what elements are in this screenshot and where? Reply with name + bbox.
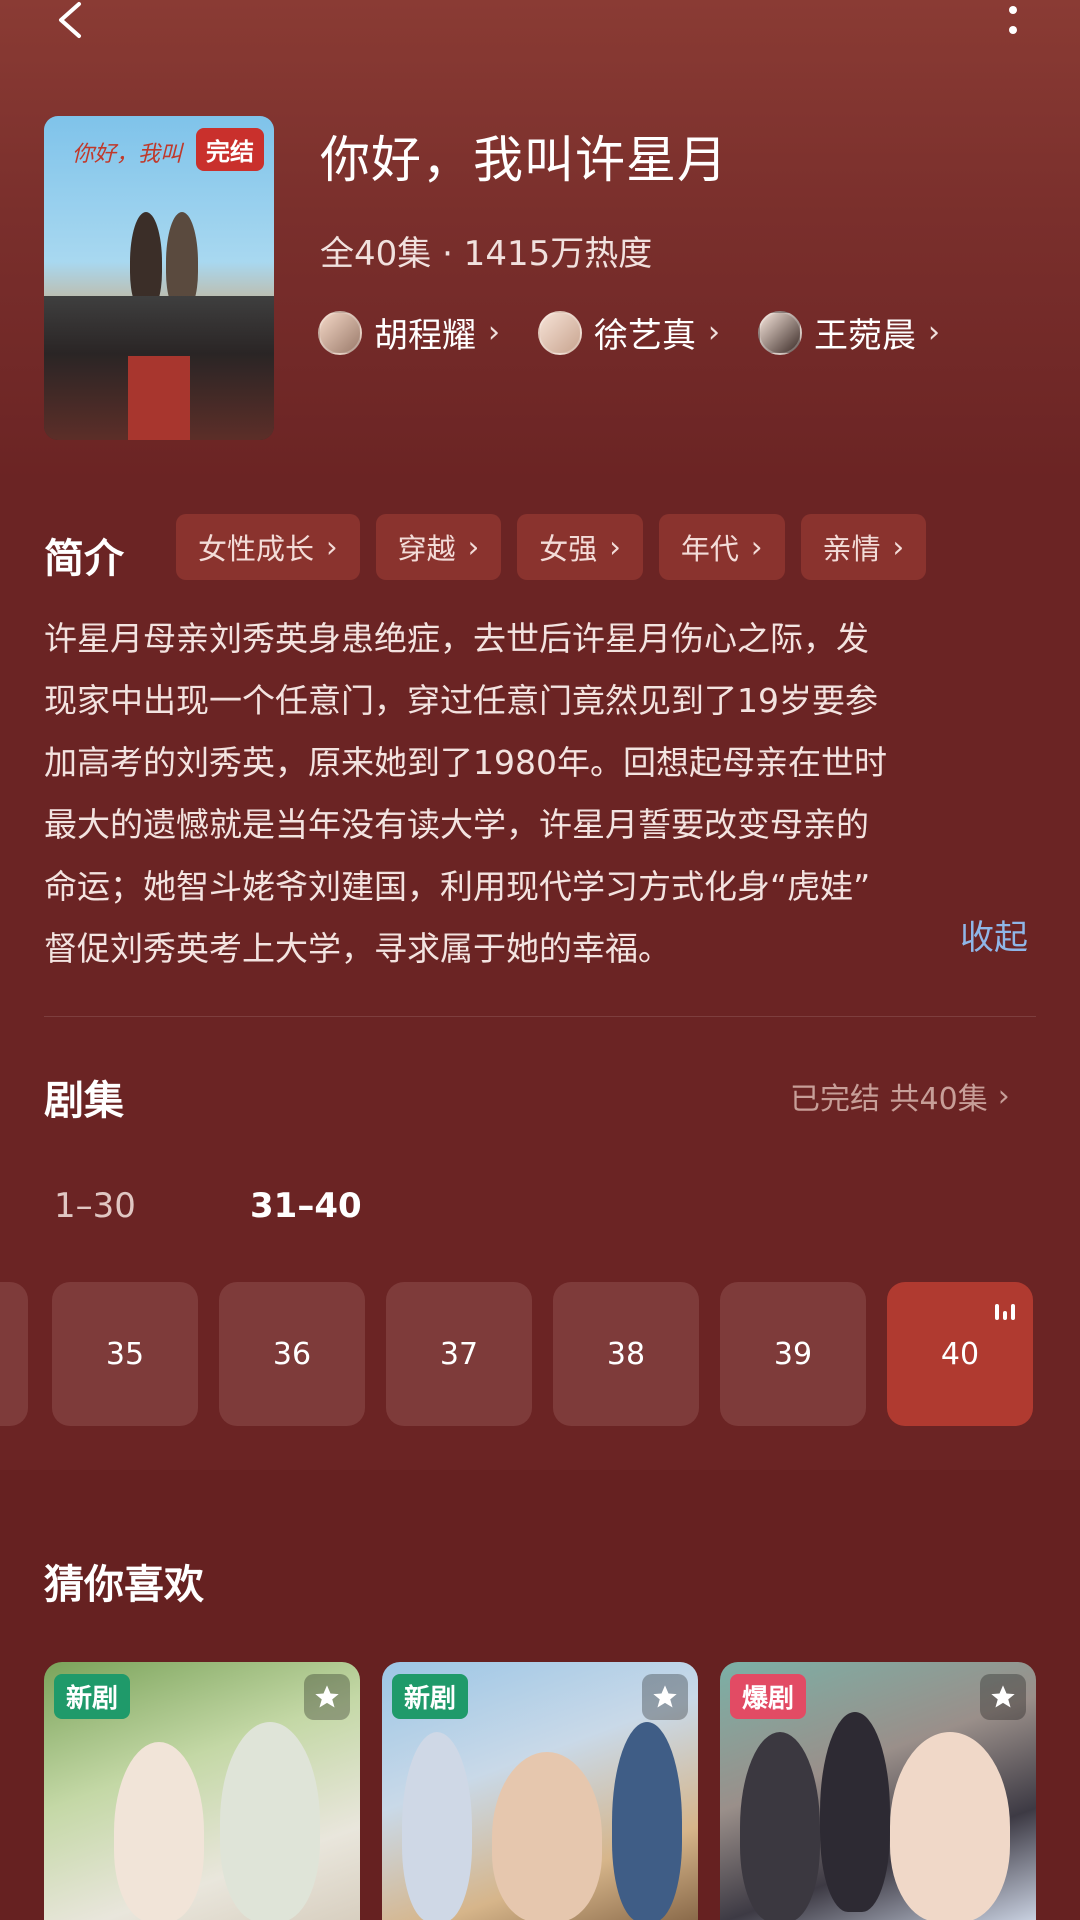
genre-tag[interactable]: 女性成长 › [176, 514, 360, 580]
recommend-card[interactable]: 新剧 [382, 1662, 698, 1920]
episodes-heading: 剧集 [44, 1078, 124, 1124]
show-title: 你好，我叫许星月 [320, 131, 728, 189]
more-vertical-icon [1009, 6, 1017, 34]
episode-tile-current[interactable]: 40 [887, 1282, 1033, 1426]
back-arrow-icon [59, 2, 81, 38]
genre-tag[interactable]: 穿越 › [375, 514, 502, 580]
card-figure [612, 1722, 682, 1920]
collapse-button[interactable]: 收起 [960, 910, 1028, 959]
show-meta: 全40集 · 1415万热度 [320, 234, 653, 274]
synopsis-line: 加高考的刘秀英，原来她到了1980年。回想起母亲在世时 [44, 743, 887, 782]
episode-tile[interactable]: 36 [219, 1282, 365, 1426]
genre-tag[interactable]: 亲情 › [800, 514, 927, 580]
back-button[interactable] [40, 0, 100, 40]
show-poster[interactable]: 你好，我叫 完结 [44, 116, 274, 440]
genre-tag[interactable]: 年代 › [658, 514, 785, 580]
episodes-summary: 已完结 共40集 [790, 1082, 988, 1117]
synopsis-line: 最大的遗憾就是当年没有读大学，许星月誓要改变母亲的 [44, 805, 869, 844]
chevron-right-icon: › [892, 530, 905, 564]
chevron-right-icon: › [997, 1078, 1010, 1114]
intro-heading: 简介 [44, 536, 124, 582]
chevron-right-icon: › [326, 530, 338, 564]
new-show-badge: 新剧 [392, 1674, 469, 1719]
episode-tile[interactable]: 35 [52, 1282, 198, 1426]
tag-label: 年代 [680, 532, 739, 566]
genre-tags: 女性成长 › 穿越 › 女强 › 年代 › 亲情 › [176, 514, 927, 580]
range-tab-31-40[interactable]: 31–40 [250, 1186, 362, 1226]
tag-label: 亲情 [822, 532, 881, 566]
cast-list: 胡程耀 › 徐艺真 › 王菀晨 › [318, 308, 940, 357]
poster-title-art: 你好，我叫 [72, 142, 183, 167]
recommend-heading: 猜你喜欢 [44, 1562, 204, 1608]
card-figure [492, 1752, 602, 1920]
cast-name: 胡程耀 [374, 316, 476, 356]
hot-show-badge: 爆剧 [730, 1674, 807, 1719]
chevron-right-icon: › [928, 315, 940, 350]
card-figure [890, 1732, 1010, 1920]
card-figure [402, 1732, 472, 1920]
episode-tile[interactable]: 39 [720, 1282, 866, 1426]
episode-number: 40 [940, 1336, 980, 1372]
completed-badge: 完结 [196, 128, 264, 171]
chevron-right-icon: › [750, 530, 763, 564]
episode-tile[interactable]: 37 [386, 1282, 532, 1426]
episode-tile[interactable]: 38 [553, 1282, 699, 1426]
chevron-right-icon: › [609, 530, 621, 564]
chevron-right-icon: › [467, 530, 480, 564]
avatar [318, 310, 362, 355]
card-figure [740, 1732, 820, 1920]
cast-name: 王菀晨 [814, 316, 916, 356]
card-figure [220, 1722, 320, 1920]
range-tab-1-30[interactable]: 1–30 [54, 1186, 136, 1226]
favorite-star-icon[interactable] [980, 1674, 1026, 1720]
episode-tile-partial[interactable] [0, 1282, 28, 1426]
synopsis: 许星月母亲刘秀英身患绝症，去世后许星月伤心之际，发 现家中出现一个任意门，穿过任… [44, 608, 1036, 980]
chevron-right-icon: › [708, 315, 720, 350]
tag-label: 女强 [539, 532, 598, 566]
episode-list: 35 36 37 38 39 40 [0, 1282, 1080, 1426]
recommend-card[interactable]: 新剧 [44, 1662, 360, 1920]
card-figure [114, 1742, 204, 1920]
synopsis-line: 督促刘秀英考上大学，寻求属于她的幸福。 [44, 929, 671, 968]
favorite-star-icon[interactable] [642, 1674, 688, 1720]
tag-label: 穿越 [397, 532, 456, 566]
episodes-summary-link[interactable]: 已完结 共40集 › [790, 1074, 1010, 1118]
synopsis-line: 命运；她智斗姥爷刘建国，利用现代学习方式化身“虎娃” [44, 867, 871, 906]
recommend-card[interactable]: 爆剧 [720, 1662, 1036, 1920]
cast-member[interactable]: 胡程耀 › [318, 308, 500, 357]
more-options-button[interactable] [990, 0, 1036, 44]
genre-tag[interactable]: 女强 › [517, 514, 643, 580]
now-playing-icon [995, 1302, 1015, 1320]
cast-member[interactable]: 王菀晨 › [758, 308, 940, 357]
cast-member[interactable]: 徐艺真 › [538, 308, 720, 357]
new-show-badge: 新剧 [54, 1674, 131, 1719]
avatar [758, 310, 802, 355]
synopsis-line: 现家中出现一个任意门，穿过任意门竟然见到了19岁要参 [44, 681, 878, 720]
avatar [538, 310, 582, 355]
chevron-right-icon: › [488, 315, 500, 350]
card-figure [820, 1712, 890, 1912]
synopsis-line: 许星月母亲刘秀英身患绝症，去世后许星月伤心之际，发 [44, 619, 869, 658]
divider [44, 1016, 1036, 1017]
cast-name: 徐艺真 [594, 316, 696, 356]
favorite-star-icon[interactable] [304, 1674, 350, 1720]
tag-label: 女性成长 [198, 532, 315, 566]
poster-door [128, 356, 190, 440]
